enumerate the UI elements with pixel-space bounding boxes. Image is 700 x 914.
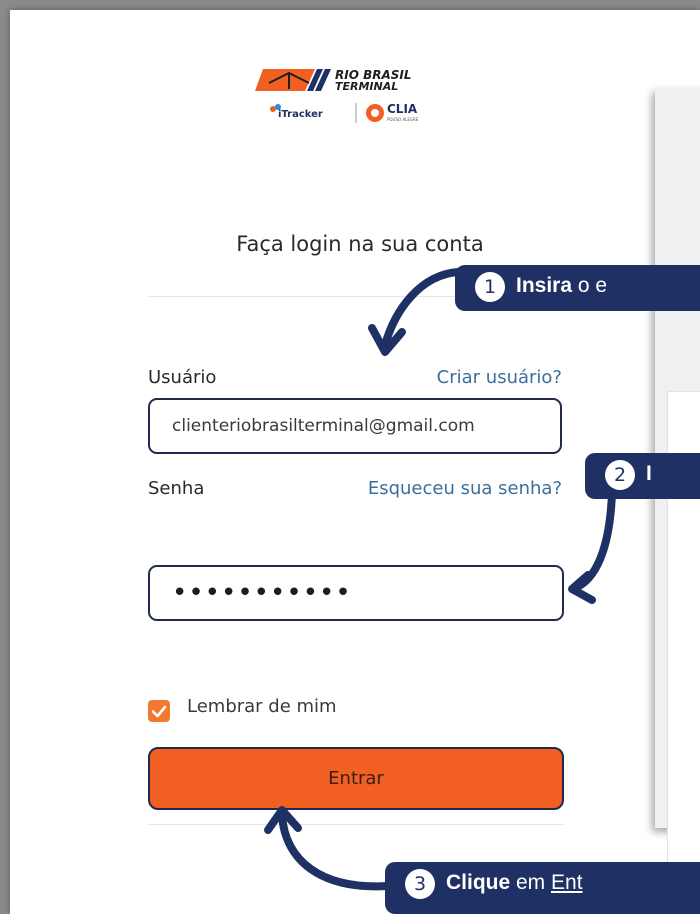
arrow-step-2 <box>571 488 616 592</box>
annotation-arrows <box>264 268 616 891</box>
page-canvas: RIO BRASIL TERMINAL iTracker CLIA POUSO … <box>10 10 700 914</box>
